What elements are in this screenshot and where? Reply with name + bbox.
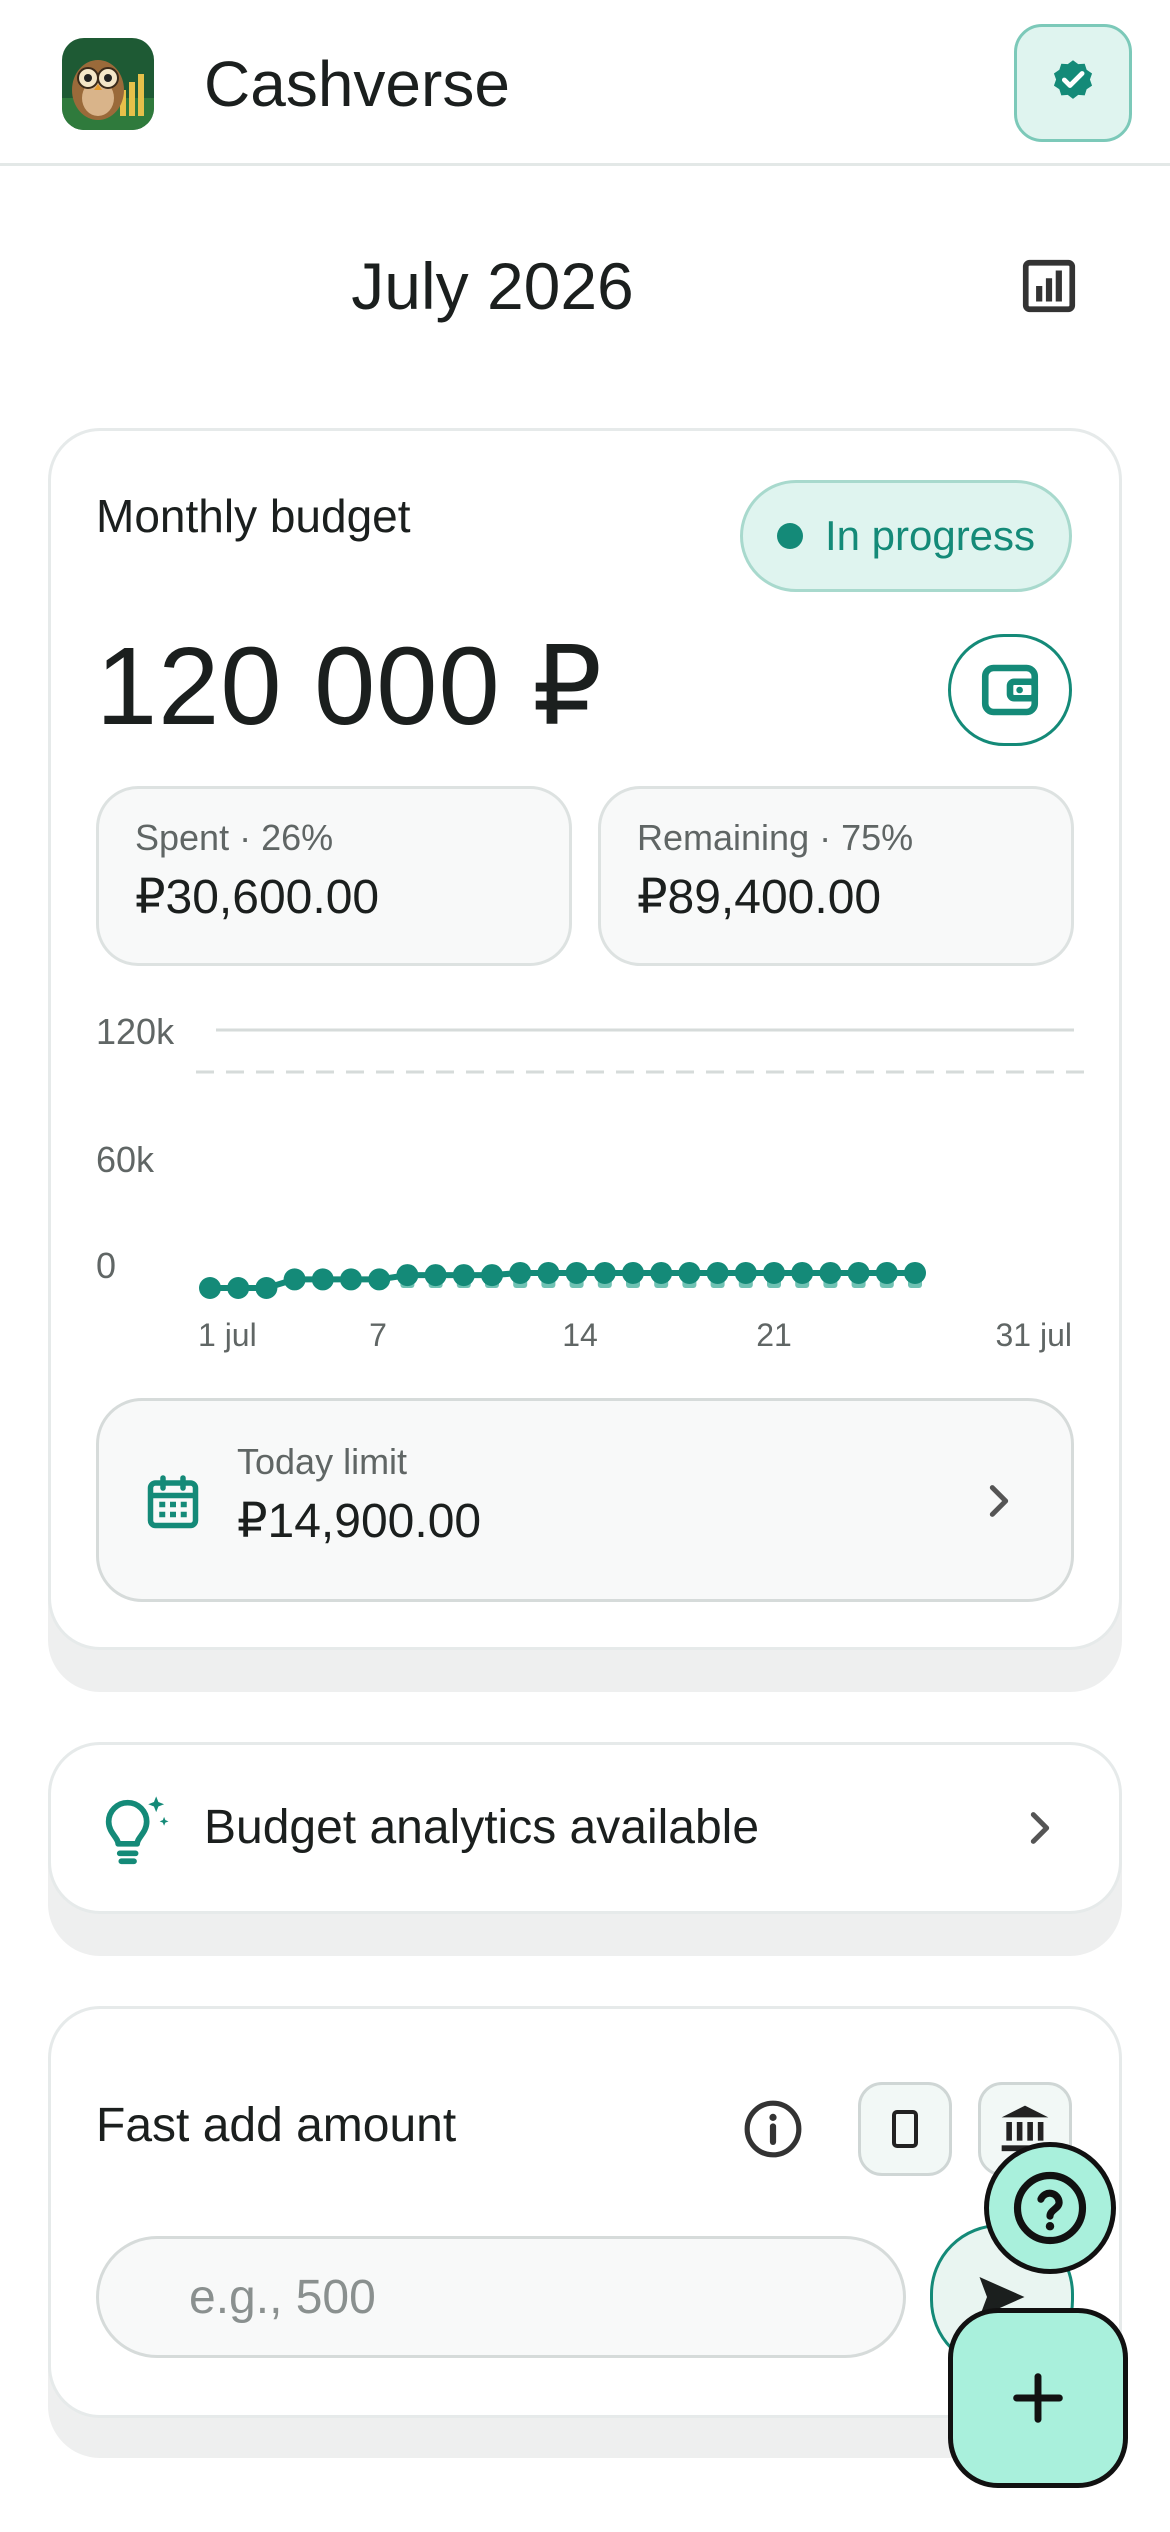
calendar-icon [147, 1475, 199, 1529]
app-title: Cashverse [204, 48, 510, 120]
info-icon[interactable] [742, 2098, 804, 2160]
x-tick-label: 7 [369, 1317, 387, 1353]
chart-point [819, 1261, 842, 1284]
wallet-icon [981, 664, 1039, 716]
remaining-label: Remaining · 75% [637, 817, 914, 858]
y-tick-label: 60k [96, 1139, 155, 1180]
chart-point [481, 1264, 503, 1287]
chart-point [706, 1261, 729, 1284]
status-text: In progress [824, 512, 1036, 559]
budget-amount[interactable]: 120 000 ₽ [96, 622, 603, 752]
x-tick-label: 1 jul [198, 1317, 257, 1353]
chart-point [452, 1264, 475, 1287]
chart-point [734, 1261, 757, 1284]
lightbulb-icon [105, 1796, 169, 1865]
owl-logo-icon[interactable] [62, 38, 154, 130]
chart-point [340, 1268, 362, 1291]
chart-point [537, 1261, 560, 1284]
app-header: Cashverse [0, 0, 1170, 166]
analytics-text[interactable]: Budget analytics available [204, 1798, 759, 1858]
spent-label: Spent · 26% [135, 817, 334, 858]
chart-point [255, 1277, 278, 1299]
chart-point [283, 1268, 306, 1291]
amount-input[interactable] [96, 2236, 906, 2358]
chevron-right-icon [1030, 1812, 1050, 1844]
chart-point [227, 1277, 250, 1299]
spent-box: Spent · 26% ₽30,600.00 [96, 786, 572, 966]
verified-badge-icon [1053, 60, 1093, 99]
chart-point [199, 1277, 221, 1299]
chart-point [650, 1261, 673, 1284]
chart-point [904, 1261, 926, 1284]
chart-point [509, 1261, 532, 1284]
chart-point [424, 1264, 447, 1287]
budget-label: Monthly budget [96, 490, 411, 542]
chevron-right-icon [989, 1485, 1009, 1517]
status-dot [776, 523, 803, 549]
fast-add-title: Fast add amount [96, 2099, 457, 2152]
today-limit-row[interactable]: Today limit ₽14,900.00 [96, 1398, 1074, 1602]
y-tick-label: 0 [96, 1245, 116, 1286]
today-limit-label: Today limit [237, 1441, 408, 1482]
help-button[interactable] [984, 2142, 1116, 2274]
chart-point [622, 1261, 644, 1284]
chart-point [565, 1261, 588, 1284]
plus-icon [1013, 2373, 1063, 2423]
month-title[interactable]: July 2026 [0, 244, 985, 328]
card-payment-button[interactable] [858, 2082, 952, 2176]
phone-icon [892, 2110, 918, 2148]
bar-chart-icon[interactable] [1018, 255, 1080, 317]
remaining-value: ₽89,400.00 [637, 871, 882, 924]
x-tick-label: 14 [562, 1317, 598, 1353]
wallet-button[interactable] [948, 634, 1072, 746]
chart-point [311, 1268, 334, 1291]
today-limit-value: ₽14,900.00 [237, 1495, 482, 1548]
y-tick-label: 120k [96, 1011, 175, 1052]
chart-point [763, 1261, 785, 1284]
chart-point [678, 1261, 701, 1284]
remaining-box: Remaining · 75% ₽89,400.00 [598, 786, 1074, 966]
x-tick-label: 21 [756, 1317, 792, 1353]
verified-button[interactable] [1014, 24, 1132, 142]
chart-point [396, 1264, 419, 1287]
spending-chart: 120k 60k 0 1 jul 7 14 21 31 jul [96, 1011, 1088, 1353]
question-icon [1013, 2171, 1087, 2245]
chart-point [593, 1261, 616, 1284]
status-badge: In progress [740, 480, 1072, 592]
x-tick-label: 31 jul [996, 1317, 1073, 1353]
chart-point [847, 1261, 870, 1284]
chart-point [875, 1261, 898, 1284]
add-button[interactable] [948, 2308, 1128, 2488]
chart-point [368, 1268, 391, 1291]
chart-point [791, 1261, 814, 1284]
spent-value: ₽30,600.00 [135, 871, 380, 924]
